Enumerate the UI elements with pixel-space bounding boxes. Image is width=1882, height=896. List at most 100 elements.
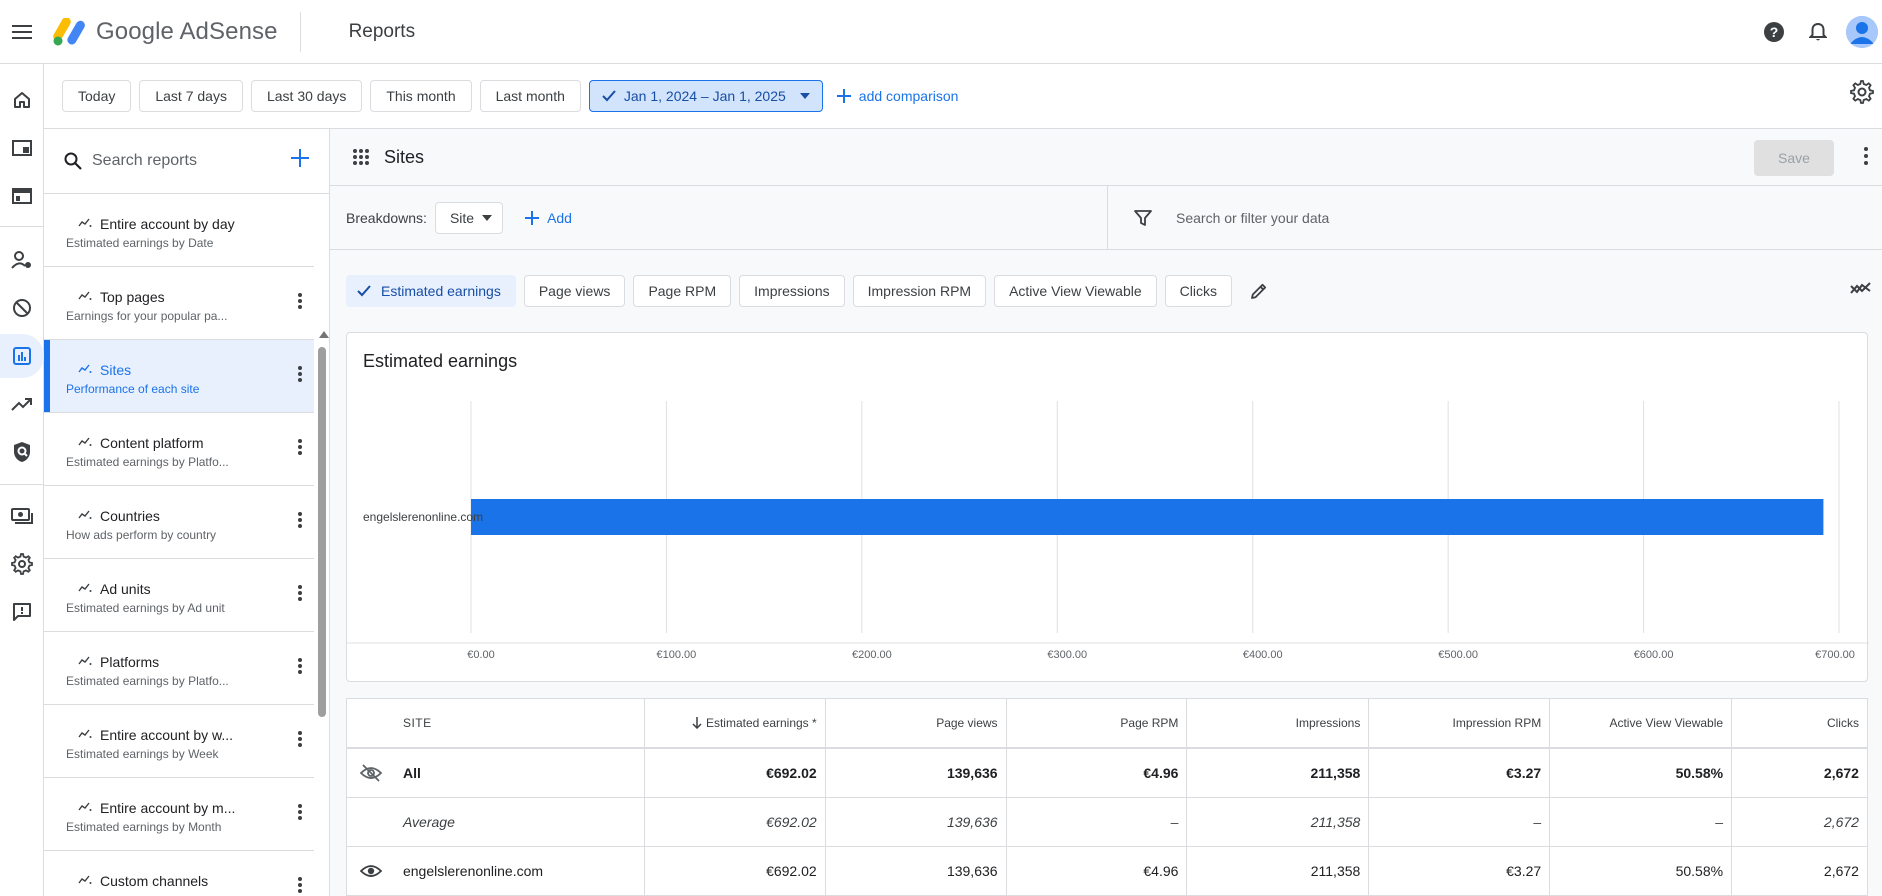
earnings-chart: Estimated earnings €0.00 €100.00 €200.00 €3… (346, 332, 1869, 682)
table-cell: 50.58% (1550, 749, 1733, 797)
more-vert-icon (298, 439, 302, 455)
report-item[interactable]: Sites Performance of each site (44, 340, 314, 413)
nav-blocking-controls[interactable] (0, 286, 44, 330)
date-preset-today[interactable]: Today (62, 80, 132, 112)
report-item-more-button[interactable] (298, 512, 302, 528)
gear-icon (1850, 80, 1874, 104)
filter-icon (1134, 209, 1152, 226)
add-comparison-button[interactable]: add comparison (836, 88, 958, 104)
eye-icon (359, 865, 382, 877)
report-item-subtitle: Earnings for your popular pa... (66, 309, 228, 323)
more-vert-icon (298, 731, 302, 747)
date-preset-last-30-days[interactable]: Last 30 days (250, 80, 363, 112)
nav-divider (0, 484, 44, 485)
reports-scrollbar-thumb[interactable] (318, 347, 326, 717)
y-category-label: engelslerenonline.com (363, 510, 483, 524)
column-header-active-view-viewable[interactable]: Active View Viewable (1550, 699, 1733, 747)
column-header-clicks[interactable]: Clicks (1732, 699, 1867, 747)
report-item[interactable]: Entire account by m... Estimated earnings… (44, 778, 314, 851)
report-item-title: Platforms (100, 654, 160, 670)
report-item[interactable]: Entire account by day Estimated earnings … (44, 194, 314, 267)
hide-series-toggle[interactable] (347, 749, 395, 797)
metric-active-view-viewable[interactable]: Active View Viewable (994, 275, 1157, 307)
scroll-up-arrow-icon[interactable] (319, 331, 329, 338)
metric-estimated-earnings[interactable]: Estimated earnings (346, 275, 516, 307)
nav-ads[interactable] (0, 126, 44, 170)
adsense-logo[interactable]: Google AdSense (52, 17, 278, 46)
metric-impression-rpm[interactable]: Impression RPM (852, 275, 987, 307)
report-item[interactable]: Entire account by w... Estimated earnings… (44, 705, 314, 778)
nav-home[interactable] (0, 78, 44, 122)
table-cell: – (1550, 798, 1733, 846)
svg-text:?: ? (1770, 24, 1779, 40)
nav-privacy-messaging[interactable] (0, 238, 44, 282)
report-settings-button[interactable] (1850, 80, 1874, 104)
column-header-impression-rpm[interactable]: Impression RPM (1369, 699, 1551, 747)
show-series-toggle[interactable] (347, 847, 395, 895)
metric-page-views[interactable]: Page views (523, 275, 626, 307)
report-item-more-button[interactable] (298, 877, 302, 893)
more-vert-icon (298, 585, 302, 601)
report-item[interactable]: Top pages Earnings for your popular pa... (44, 267, 314, 340)
table-cell: €692.02 (645, 847, 826, 895)
column-header-site[interactable]: SITE (395, 699, 645, 747)
report-item-subtitle: Performance of each site (66, 382, 200, 396)
metric-clicks[interactable]: Clicks (1164, 275, 1232, 307)
help-button[interactable]: ? (1752, 10, 1796, 54)
report-item[interactable]: Countries How ads perform by country (44, 486, 314, 559)
account-avatar[interactable] (1846, 16, 1878, 48)
table-cell: 211,358 (1187, 847, 1370, 895)
report-item-more-button[interactable] (298, 293, 302, 309)
metric-page-rpm[interactable]: Page RPM (633, 275, 732, 307)
menu-icon (12, 24, 32, 39)
nav-feedback[interactable] (0, 590, 44, 634)
new-report-button[interactable] (291, 149, 309, 167)
chart-type-button[interactable] (1850, 280, 1872, 296)
metric-impressions[interactable]: Impressions (739, 275, 845, 307)
column-header-page-rpm[interactable]: Page RPM (1007, 699, 1188, 747)
column-header-estimated-earnings[interactable]: Estimated earnings * (645, 699, 826, 747)
edit-metrics-button[interactable] (1250, 282, 1268, 300)
report-item-more-button[interactable] (298, 731, 302, 747)
report-item-more-button[interactable] (298, 439, 302, 455)
report-item-more-button[interactable] (298, 585, 302, 601)
report-item-more-button[interactable] (298, 366, 302, 382)
date-preset-last-month[interactable]: Last month (479, 80, 581, 112)
report-item-title: Top pages (100, 289, 165, 305)
report-item[interactable]: Ad units Estimated earnings by Ad unit (44, 559, 314, 632)
report-item-more-button[interactable] (298, 658, 302, 674)
report-item[interactable]: Platforms Estimated earnings by Platfo... (44, 632, 314, 705)
nav-account[interactable] (0, 542, 44, 586)
main-menu-button[interactable] (0, 10, 44, 54)
table-cell: 211,358 (1187, 798, 1370, 846)
report-more-options[interactable] (1864, 147, 1868, 165)
help-icon: ? (1764, 22, 1784, 42)
nav-payments[interactable] (0, 494, 44, 538)
date-preset-last-7-days[interactable]: Last 7 days (139, 80, 243, 112)
filter-search[interactable]: Search or filter your data (1108, 186, 1329, 249)
report-item-more-button[interactable] (298, 804, 302, 820)
date-preset-this-month[interactable]: This month (370, 80, 472, 112)
x-tick-label: €700.00 (1815, 649, 1855, 661)
table-cell: €4.96 (1007, 749, 1188, 797)
report-title: Sites (384, 146, 425, 167)
nav-optimization[interactable] (0, 382, 44, 426)
report-item[interactable]: Custom channels (44, 851, 314, 896)
save-button[interactable]: Save (1754, 140, 1834, 176)
metric-chips: Estimated earnings Page views Page RPM I… (330, 250, 1882, 332)
bar[interactable] (471, 499, 1824, 535)
table-cell: €3.27 (1369, 847, 1551, 895)
nav-sites[interactable] (0, 174, 44, 218)
date-range-picker[interactable]: Jan 1, 2024 – Jan 1, 2025 (588, 80, 823, 112)
reports-search[interactable]: Search reports (44, 129, 329, 194)
feedback-icon (13, 603, 31, 621)
breakdown-site-dropdown[interactable]: Site (434, 202, 504, 234)
nav-reports[interactable] (0, 334, 44, 378)
notifications-button[interactable] (1796, 10, 1840, 54)
column-header-impressions[interactable]: Impressions (1187, 699, 1370, 747)
column-header-page-views[interactable]: Page views (826, 699, 1007, 747)
apps-grid-icon (353, 149, 369, 165)
report-item[interactable]: Content platform Estimated earnings by Pl… (44, 413, 314, 486)
add-breakdown-button[interactable]: Add (525, 210, 572, 226)
nav-policy-center[interactable] (0, 430, 44, 474)
